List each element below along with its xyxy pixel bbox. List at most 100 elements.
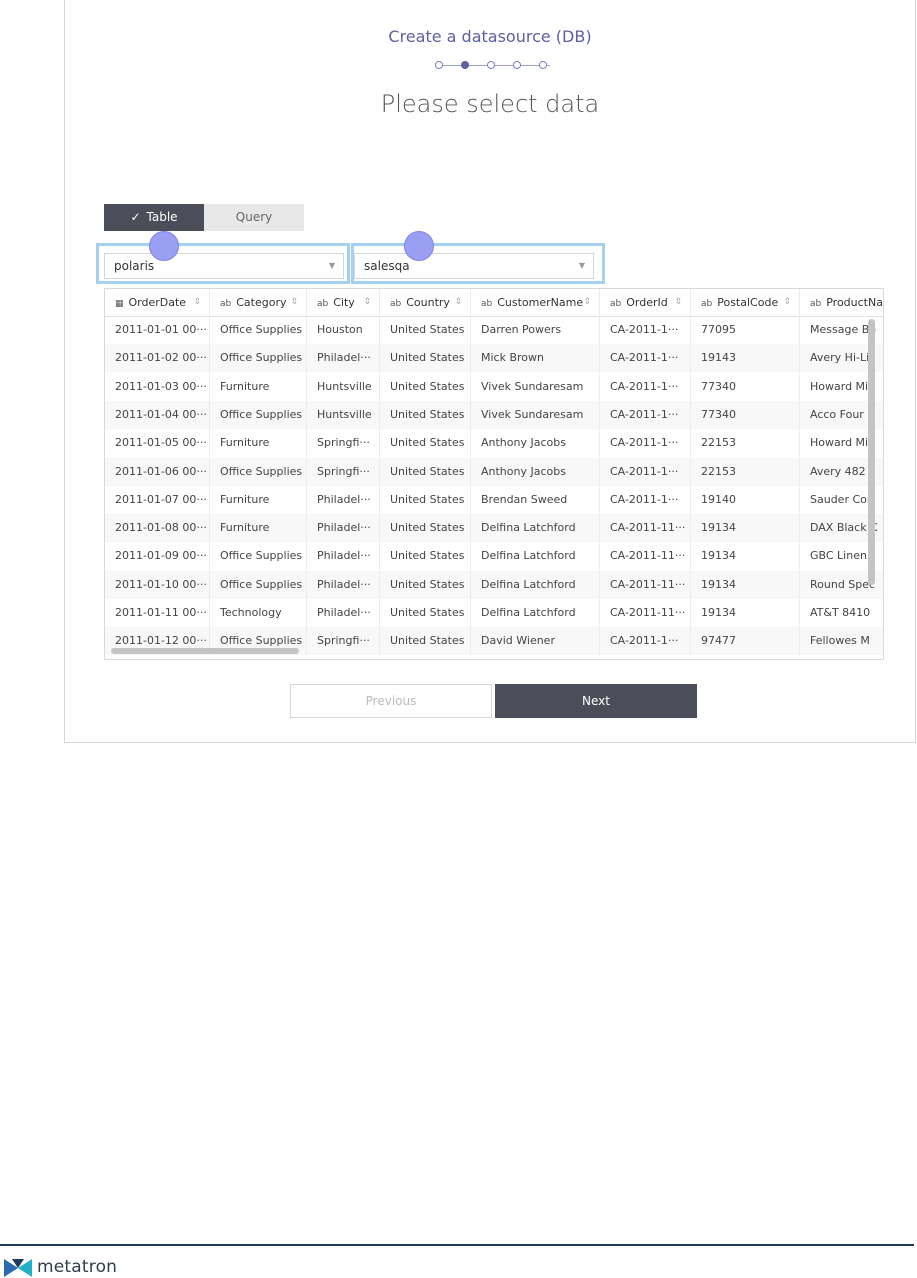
table-cell: Philadel···	[307, 344, 380, 373]
string-type-icon: ab	[220, 299, 232, 309]
wizard-title: Create a datasource (DB)	[388, 27, 592, 46]
string-type-icon: ab	[317, 299, 329, 309]
table-cell: United States	[380, 542, 471, 571]
column-header[interactable]: ab PostalCode ⇕	[691, 289, 800, 317]
brand-name: metatron	[37, 1257, 118, 1277]
step-line	[440, 65, 550, 66]
table-cell: 2011-01-09 00···	[105, 542, 210, 571]
table-cell: 2011-01-11 00···	[105, 599, 210, 627]
table-cell: 19143	[691, 344, 800, 373]
table-cell: 22153	[691, 429, 800, 458]
grid-header-row: ▦ OrderDate ⇕ ab Category ⇕ ab City ⇕ ab Countr…	[105, 289, 883, 317]
table-cell: Office Supplies	[210, 457, 307, 486]
string-type-icon: ab	[701, 299, 713, 309]
column-header[interactable]: ab City ⇕	[307, 289, 380, 317]
table-cell: Philadel···	[307, 514, 380, 543]
table-cell: 19140	[691, 485, 800, 514]
query-tab-button[interactable]: Query	[204, 204, 304, 231]
table-tab-button[interactable]: ✓ Table	[104, 204, 204, 231]
column-header-label: OrderDate	[128, 296, 187, 309]
step-4-dot	[513, 61, 521, 69]
column-header[interactable]: ab Country ⇕	[380, 289, 471, 317]
step-2-dot	[461, 61, 469, 69]
table-tab-label: Table	[146, 210, 178, 224]
table-row: 2011-01-10 00··· Office Supplies Philadel·…	[105, 570, 883, 599]
table-cell: United States	[380, 372, 471, 401]
table-cell: 19134	[691, 542, 800, 571]
table-cell: Delfina Latchford	[471, 542, 600, 571]
column-header-label: Country	[406, 296, 450, 309]
table-cell: Delfina Latchford	[471, 599, 600, 627]
calendar-icon: ▦	[115, 299, 124, 309]
table-cell: United States	[380, 485, 471, 514]
previous-button[interactable]: Previous	[290, 684, 492, 718]
table-cell: CA-2011-1···	[600, 344, 691, 373]
table-cell: 2011-01-05 00···	[105, 429, 210, 458]
table-row: 2011-01-03 00··· Furniture Huntsville Unite…	[105, 372, 883, 401]
next-button[interactable]: Next	[495, 684, 697, 718]
table-row: 2011-01-08 00··· Furniture Philadel··· Unit…	[105, 514, 883, 543]
column-header[interactable]: ▦ OrderDate ⇕	[105, 289, 210, 317]
table-cell: United States	[380, 429, 471, 458]
table-cell: United States	[380, 599, 471, 627]
wizard-panel: Create a datasource (DB) Please select d…	[64, 0, 916, 743]
callout-marker-1	[149, 231, 179, 261]
table-cell: Mick Brown	[471, 344, 600, 373]
table-row: 2011-01-06 00··· Office Supplies Springfi·…	[105, 457, 883, 486]
table-row: 2011-01-02 00··· Office Supplies Philadel·…	[105, 344, 883, 373]
table-cell: United States	[380, 457, 471, 486]
table-cell: Philadel···	[307, 570, 380, 599]
table-cell: Vivek Sundaresam	[471, 400, 600, 429]
table-cell: CA-2011-1···	[600, 485, 691, 514]
table-cell: 2011-01-07 00···	[105, 485, 210, 514]
table-cell: CA-2011-11···	[600, 542, 691, 571]
table-cell: CA-2011-1···	[600, 627, 691, 656]
table-cell: CA-2011-1···	[600, 429, 691, 458]
database-select[interactable]: polaris ▼	[104, 253, 344, 279]
table-cell: Office Supplies	[210, 570, 307, 599]
table-row: 2011-01-05 00··· Furniture Springfi··· Unit…	[105, 429, 883, 458]
column-header-label: OrderId	[626, 296, 668, 309]
table-row: 2011-01-01 00··· Office Supplies Houston Un…	[105, 316, 883, 344]
chevron-down-icon: ▼	[578, 261, 585, 270]
table-cell: Anthony Jacobs	[471, 429, 600, 458]
table-cell: Furniture	[210, 514, 307, 543]
table-cell: 77340	[691, 400, 800, 429]
table-cell: David Wiener	[471, 627, 600, 656]
table-cell: Fellowes M	[800, 627, 883, 655]
step-5-dot	[539, 61, 547, 69]
table-cell: Philadel···	[307, 485, 380, 514]
table-cell: Springfi···	[307, 429, 380, 458]
vertical-scrollbar[interactable]	[868, 319, 875, 585]
table-select[interactable]: salesqa ▼	[354, 253, 594, 279]
footer-divider	[0, 1244, 914, 1246]
column-header[interactable]: ab ProductNa	[800, 289, 883, 317]
table-cell: Brendan Sweed	[471, 485, 600, 514]
table-cell: 2011-01-06 00···	[105, 457, 210, 486]
table-cell: 19134	[691, 514, 800, 543]
table-cell: Delfina Latchford	[471, 570, 600, 599]
table-cell: CA-2011-1···	[600, 372, 691, 401]
chevron-down-icon: ▼	[328, 261, 335, 270]
table-cell: United States	[380, 627, 471, 656]
table-cell: United States	[380, 514, 471, 543]
column-header[interactable]: ab Category ⇕	[210, 289, 307, 317]
sort-icon: ⇕	[674, 297, 682, 307]
table-cell: Technology	[210, 599, 307, 627]
table-cell: Springfi···	[307, 627, 380, 656]
table-cell: CA-2011-1···	[600, 457, 691, 486]
horizontal-scrollbar[interactable]	[111, 648, 299, 654]
table-cell: 2011-01-01 00···	[105, 316, 210, 344]
column-header[interactable]: ab OrderId ⇕	[600, 289, 691, 317]
database-select-value: polaris	[114, 259, 155, 273]
column-header[interactable]: ab CustomerName ⇕	[471, 289, 600, 317]
table-cell: Philadel···	[307, 599, 380, 627]
string-type-icon: ab	[610, 299, 622, 309]
table-cell: United States	[380, 344, 471, 373]
column-header-label: Category	[236, 296, 287, 309]
metatron-logo-icon	[4, 1259, 32, 1277]
sort-icon: ⇕	[583, 297, 591, 307]
data-preview-grid: ▦ OrderDate ⇕ ab Category ⇕ ab City ⇕ ab Countr…	[104, 288, 884, 660]
table-row: 2011-01-11 00··· Technology Philadel··· Uni…	[105, 599, 883, 627]
table-cell: Furniture	[210, 429, 307, 458]
